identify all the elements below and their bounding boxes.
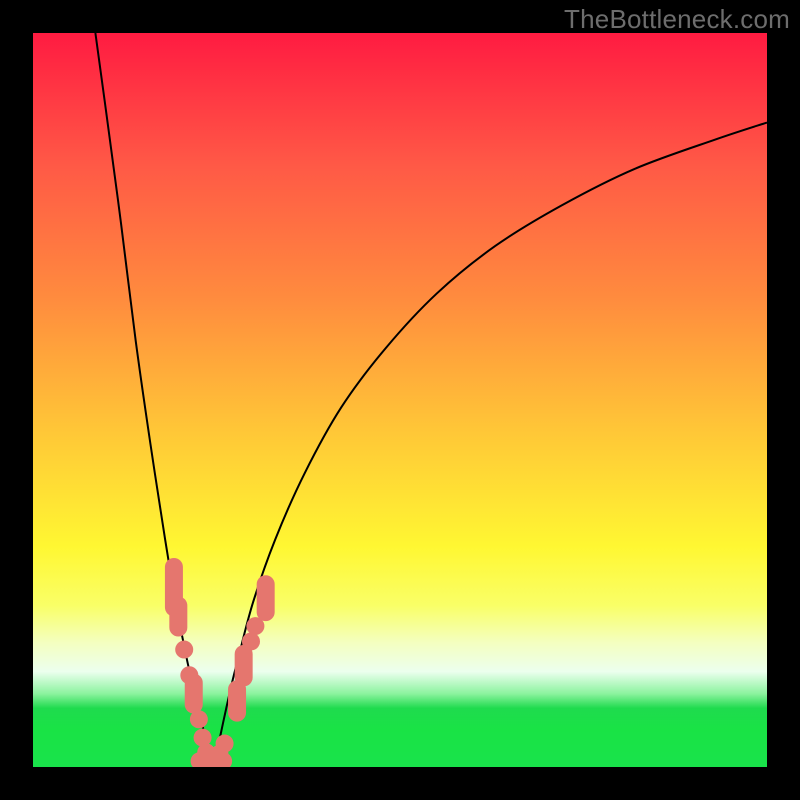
plot-area <box>33 33 767 767</box>
watermark-text: TheBottleneck.com <box>564 4 790 35</box>
marker-dot <box>175 641 193 659</box>
marker-pill <box>185 674 203 714</box>
curve-lines <box>95 33 767 763</box>
curve-right-branch <box>211 123 767 764</box>
chart-frame: TheBottleneck.com <box>0 0 800 800</box>
marker-dot <box>190 710 208 728</box>
marker-pill <box>235 645 253 686</box>
marker-dot <box>242 632 260 650</box>
chart-svg <box>33 33 767 767</box>
marker-pill <box>257 575 275 621</box>
marker-pill <box>169 597 187 637</box>
marker-dot <box>216 735 234 753</box>
curve-left-branch <box>95 33 211 763</box>
